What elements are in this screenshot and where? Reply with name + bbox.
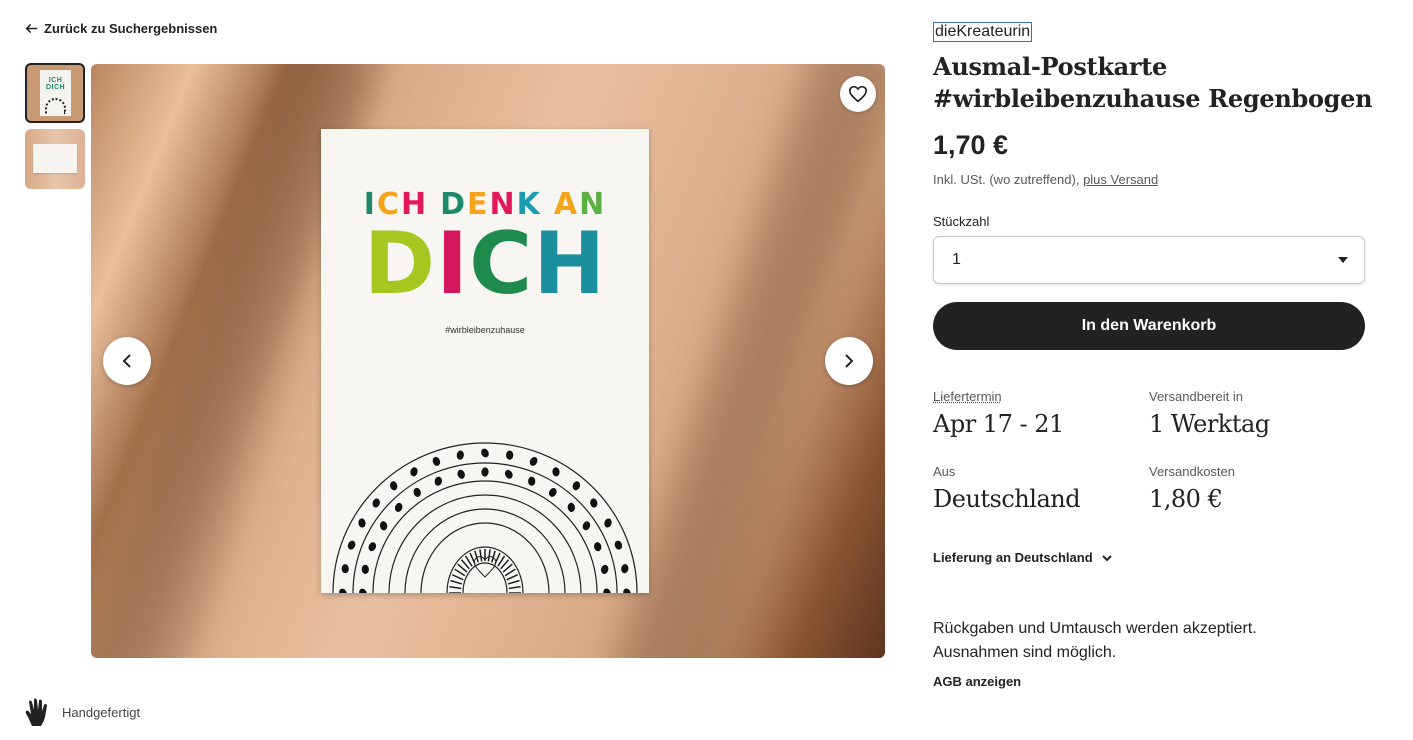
rainbow-dot (572, 481, 581, 491)
rainbow-dot (623, 588, 631, 593)
rainbow-hatch (506, 574, 518, 581)
rainbow-dot (529, 456, 538, 466)
product-title: Ausmal-Postkarte #wirbleibenzuhause Rege… (933, 52, 1373, 113)
rainbow-dot (504, 469, 513, 479)
rainbow-dot (603, 588, 611, 593)
rainbow-dot (601, 564, 609, 574)
delivery-date-value: Apr 17 - 21 (933, 410, 1064, 438)
handmade-label: Handgefertigt (62, 704, 141, 720)
ready-label: Versandbereit in (1149, 389, 1243, 404)
postcard-line2: DICH (321, 221, 649, 307)
rainbow-dot (456, 450, 464, 460)
rainbow-dot (390, 481, 398, 491)
thumbnail-1-rainbow (45, 98, 66, 114)
postcard-hashtag: #wirbleibenzuhause (445, 325, 525, 335)
next-image-button[interactable] (825, 337, 873, 385)
quantity-select[interactable]: 1 (933, 236, 1365, 284)
heart-icon (848, 85, 868, 103)
rainbow-hatch (507, 579, 520, 585)
rainbow-dot (590, 498, 598, 508)
tax-note: Inkl. USt. (wo zutreffend), plus Versand (933, 172, 1158, 187)
rainbow-dot (582, 521, 591, 531)
caret-down-icon (1338, 257, 1348, 263)
rainbow-dot (567, 502, 575, 512)
rainbow-hatch (449, 586, 462, 590)
rainbow-dot (594, 542, 602, 552)
rainbow-dot (434, 476, 442, 486)
rainbow-dot (528, 476, 536, 486)
rainbow-dot (548, 487, 557, 497)
rainbow-dot (614, 540, 623, 550)
returns-policy: Rückgaben und Umtausch werden akzeptiert… (933, 617, 1257, 665)
delivery-date-label[interactable]: Liefertermin (933, 389, 1002, 404)
returns-line1: Rückgaben und Umtausch werden akzeptiert… (933, 620, 1257, 637)
rainbow-dot (361, 564, 369, 574)
ready-value: 1 Werktag (1149, 410, 1270, 438)
back-link-label: Zurück zu Suchergebnissen (44, 21, 218, 36)
returns-line2: Ausnahmen sind möglich. (933, 644, 1117, 661)
agb-link[interactable]: AGB anzeigen (933, 674, 1021, 689)
origin-label: Aus (933, 464, 956, 479)
shipping-link[interactable]: plus Versand (1083, 172, 1158, 187)
rainbow-hatch (479, 549, 483, 562)
product-price: 1,70 € (933, 130, 1009, 160)
hand-icon (25, 698, 47, 726)
rainbow-hatch (508, 586, 521, 590)
rainbow-dot (457, 469, 465, 479)
rainbow-illustration (332, 442, 638, 593)
handmade-badge: Handgefertigt (24, 697, 140, 727)
origin-value: Deutschland (933, 485, 1081, 513)
chevron-down-icon (1101, 554, 1112, 561)
rainbow-dot (506, 450, 514, 460)
add-to-cart-button[interactable]: In den Warenkorb (933, 302, 1365, 350)
postcard-letter-big: I (436, 214, 470, 314)
postcard-letter-big: D (363, 214, 437, 314)
delivery-toggle-label: Lieferung an Deutschland (933, 550, 1093, 565)
rainbow-dot (368, 542, 377, 552)
rainbow-dot (394, 502, 403, 512)
postcard-letter-big: H (533, 214, 607, 314)
rainbow-hatch (452, 574, 464, 581)
rainbow-dot (359, 588, 367, 593)
thumbnail-1-card: ICH DICH (40, 70, 71, 116)
rainbow-dot (372, 498, 380, 508)
thumbnail-1-text: ICH DICH (45, 77, 66, 91)
arrow-left-icon (25, 23, 38, 34)
shipping-cost-value: 1,80 € (1149, 485, 1223, 513)
rainbow-dot (481, 467, 489, 477)
chevron-left-icon (122, 354, 131, 368)
rainbow-hatch (450, 579, 463, 585)
rainbow-hatch (454, 568, 466, 577)
back-to-results-link[interactable]: Zurück zu Suchergebnissen (25, 21, 217, 36)
rainbow-dot (432, 456, 441, 466)
rainbow-dot (410, 467, 418, 477)
rainbow-dot (481, 448, 489, 458)
thumbnail-2-card (33, 144, 77, 173)
favorite-button[interactable] (840, 76, 876, 112)
quantity-value: 1 (952, 251, 961, 268)
tax-note-text: Inkl. USt. (wo zutreffend), (933, 172, 1080, 187)
chevron-right-icon (845, 354, 854, 368)
rainbow-dot (339, 588, 347, 593)
rainbow-dot (604, 518, 612, 528)
quantity-label: Stückzahl (933, 214, 990, 229)
rainbow-dot (621, 564, 629, 574)
rainbow-dot (552, 467, 560, 477)
rainbow-dot (358, 518, 366, 528)
rainbow-dot (413, 487, 421, 497)
postcard: ICH DENK AN DICH #wirbleibenzuhause (321, 129, 649, 593)
delivery-country-toggle[interactable]: Lieferung an Deutschland (933, 550, 1113, 565)
rainbow-dot (347, 540, 356, 550)
rainbow-hatch (504, 568, 516, 577)
previous-image-button[interactable] (103, 337, 151, 385)
postcard-letter-big: C (469, 214, 534, 314)
thumbnail-2[interactable] (25, 129, 85, 189)
rainbow-dot (341, 564, 349, 574)
rainbow-dot (379, 521, 388, 531)
rainbow-hatch (487, 549, 491, 562)
main-product-image: ICH DENK AN DICH #wirbleibenzuhause (91, 64, 885, 658)
thumbnail-1[interactable]: ICH DICH (25, 63, 85, 123)
shop-name-link[interactable]: dieKreateurin (933, 22, 1033, 42)
shipping-cost-label: Versandkosten (1149, 464, 1236, 479)
